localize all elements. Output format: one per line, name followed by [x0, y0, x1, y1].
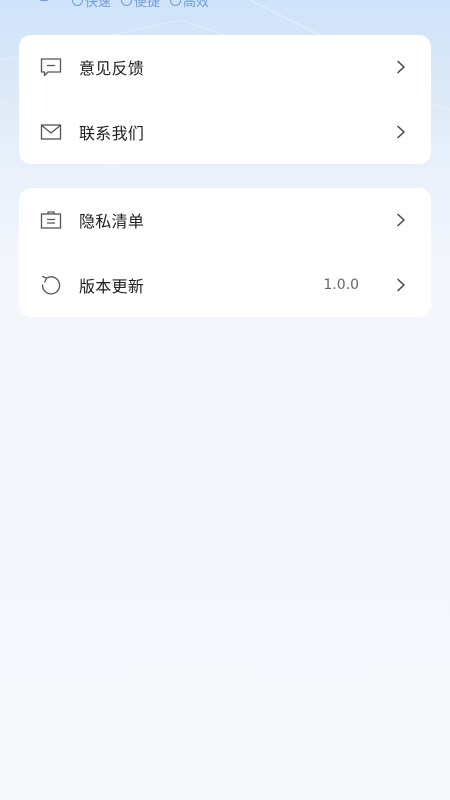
- chevron-right-icon: [397, 61, 405, 74]
- feedback-icon: [40, 58, 62, 77]
- menu-item-label: 版本更新: [79, 276, 145, 296]
- mail-icon: [40, 124, 62, 140]
- menu-item-privacy-list[interactable]: 隐私清单: [19, 188, 431, 253]
- menu-item-contact[interactable]: 联系我们: [19, 100, 431, 165]
- menu-item-label: 意见反馈: [79, 59, 145, 79]
- version-number: 1.0.0: [323, 276, 359, 293]
- feature-tag: 高效: [170, 0, 209, 10]
- menu-item-label: 隐私清单: [79, 212, 145, 232]
- feature-tag-label: 快速: [85, 0, 112, 10]
- feature-tag: 便捷: [121, 0, 160, 10]
- refresh-icon: [41, 275, 61, 295]
- check-circle-icon: [170, 0, 182, 6]
- chevron-right-icon: [397, 278, 405, 291]
- menu-item-feedback[interactable]: 意见反馈: [19, 35, 431, 100]
- feature-tag: 快速: [72, 0, 111, 10]
- check-circle-icon: [121, 0, 133, 6]
- menu-card-support: 意见反馈 联系我们: [19, 35, 431, 164]
- menu-card-app: 隐私清单 版本更新 1.0.0: [19, 188, 431, 317]
- check-circle-icon: [72, 0, 83, 6]
- menu-item-version-update[interactable]: 版本更新 1.0.0: [19, 253, 431, 318]
- chevron-right-icon: [397, 125, 405, 138]
- feature-tag-label: 高效: [183, 0, 210, 10]
- privacy-list-icon: [40, 211, 62, 229]
- dash-icon: [40, 0, 48, 1]
- menu-item-label: 联系我们: [79, 123, 145, 143]
- feature-tags: 快速 便捷 高效: [40, 0, 209, 10]
- feature-tag-label: 便捷: [134, 0, 161, 10]
- chevron-right-icon: [397, 214, 405, 227]
